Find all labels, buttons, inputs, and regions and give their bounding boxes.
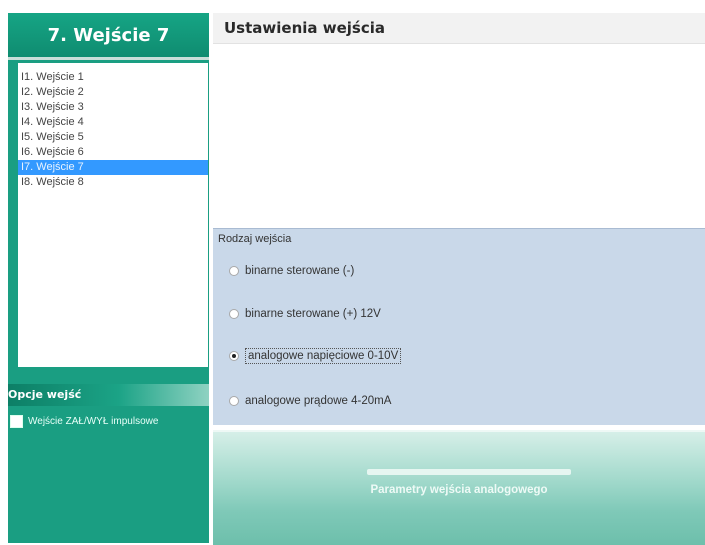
list-item-input-7[interactable]: I7. Wejście 7	[18, 160, 208, 175]
list-item-input-5[interactable]: I5. Wejście 5	[18, 130, 208, 145]
radio-label[interactable]: analogowe napięciowe 0-10V	[245, 348, 402, 364]
settings-title-bar: Ustawienia wejścia	[213, 13, 705, 44]
header-divider	[8, 57, 209, 60]
input-options-header: Opcje wejść	[8, 384, 209, 406]
radio-button[interactable]	[229, 396, 239, 406]
radio-binary-negative[interactable]: binarne sterowane (-)	[229, 261, 354, 281]
input-type-group: Rodzaj wejścia binarne sterowane (-) bin…	[213, 228, 705, 425]
input-sidebar: 7. Wejście 7 I1. Wejście 1 I2. Wejście 2…	[8, 13, 209, 543]
list-top-padding	[18, 63, 208, 70]
radio-button-selected[interactable]	[229, 351, 239, 361]
list-item-input-1[interactable]: I1. Wejście 1	[18, 70, 208, 85]
radio-label[interactable]: binarne sterowane (+) 12V	[245, 308, 381, 320]
input-type-legend: Rodzaj wejścia	[218, 233, 292, 245]
impulse-checkbox[interactable]	[10, 414, 23, 428]
selected-input-title: 7. Wejście 7	[8, 13, 209, 57]
radio-analog-current[interactable]: analogowe prądowe 4-20mA	[229, 391, 391, 411]
input-list[interactable]: I1. Wejście 1 I2. Wejście 2 I3. Wejście …	[18, 63, 208, 367]
input-options-title: Opcje wejść	[8, 388, 82, 401]
radio-button[interactable]	[229, 309, 239, 319]
impulse-checkbox-label[interactable]: Wejście ZAŁ/WYŁ impulsowe	[28, 416, 158, 427]
list-item-input-8[interactable]: I8. Wejście 8	[18, 175, 208, 190]
list-item-input-2[interactable]: I2. Wejście 2	[18, 85, 208, 100]
list-item-input-4[interactable]: I4. Wejście 4	[18, 115, 208, 130]
analog-parameters-label[interactable]: Parametry wejścia analogowego	[213, 484, 705, 496]
list-item-input-3[interactable]: I3. Wejście 3	[18, 100, 208, 115]
radio-label[interactable]: analogowe prądowe 4-20mA	[245, 395, 391, 407]
radio-label[interactable]: binarne sterowane (-)	[245, 265, 354, 277]
radio-analog-voltage[interactable]: analogowe napięciowe 0-10V	[229, 346, 402, 366]
impulse-option[interactable]: Wejście ZAŁ/WYŁ impulsowe	[10, 413, 158, 429]
list-item-input-6[interactable]: I6. Wejście 6	[18, 145, 208, 160]
radio-button[interactable]	[229, 266, 239, 276]
radio-binary-positive-12v[interactable]: binarne sterowane (+) 12V	[229, 304, 381, 324]
analog-panel-bar	[367, 469, 571, 475]
settings-title: Ustawienia wejścia	[224, 19, 385, 37]
analog-parameters-panel[interactable]: Parametry wejścia analogowego	[213, 430, 705, 545]
